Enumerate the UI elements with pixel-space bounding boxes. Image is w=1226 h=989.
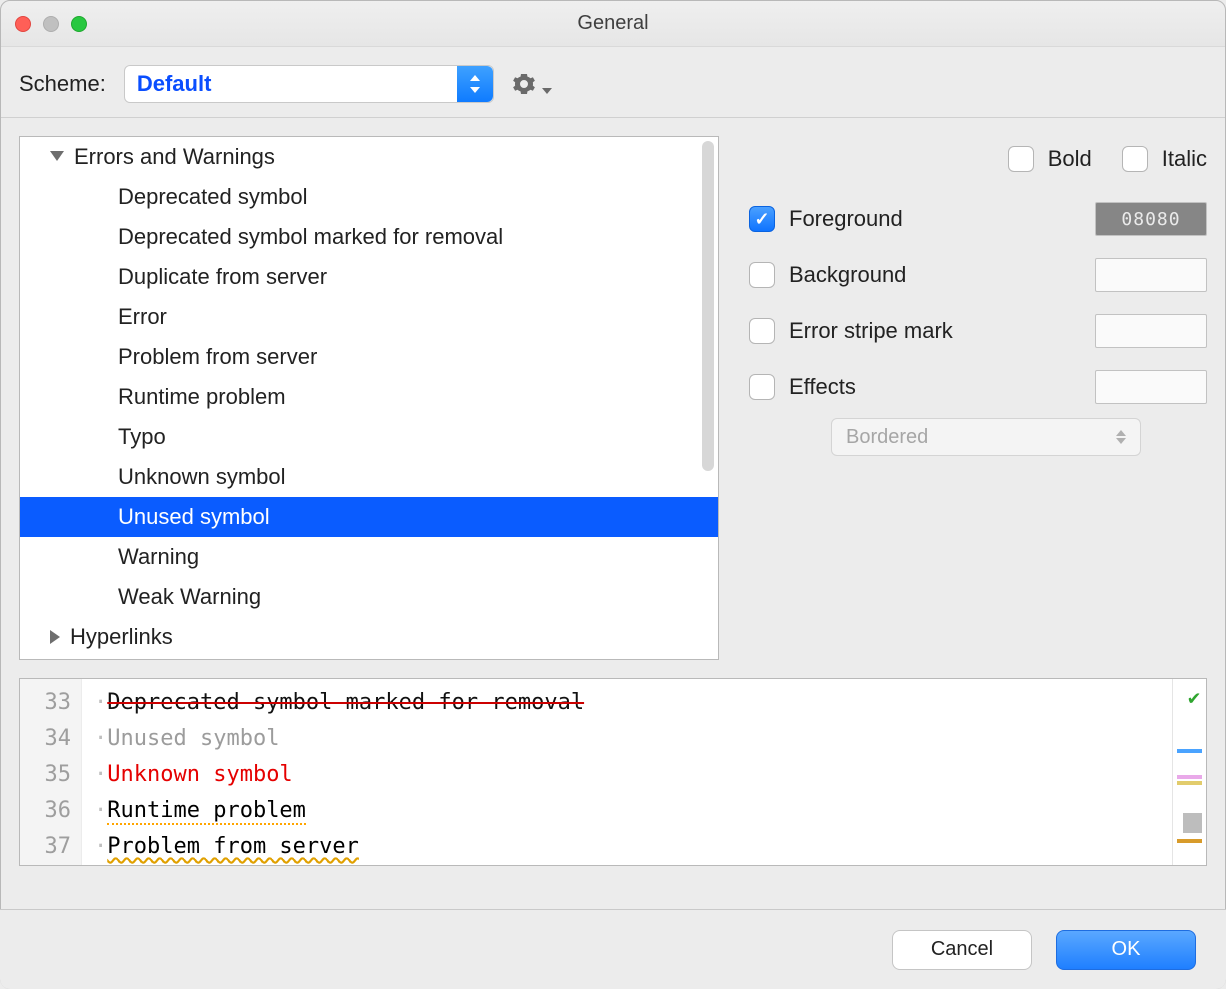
line-number: 37 xyxy=(20,829,71,865)
whitespace-dot: · xyxy=(94,834,107,859)
whitespace-dot: · xyxy=(94,690,107,715)
background-label: Background xyxy=(789,262,906,288)
whitespace-dot: · xyxy=(94,726,107,751)
italic-checkbox[interactable] xyxy=(1122,146,1148,172)
tree-item-deprecated-symbol[interactable]: Deprecated symbol xyxy=(20,177,718,217)
tree-item-problem-server[interactable]: Problem from server xyxy=(20,337,718,377)
window-title: General xyxy=(1,12,1225,35)
tree-item-deprecated-removal[interactable]: Deprecated symbol marked for removal xyxy=(20,217,718,257)
background-checkbox[interactable] xyxy=(749,262,775,288)
foreground-color-swatch[interactable]: 08080 xyxy=(1095,202,1207,236)
scheme-label: Scheme: xyxy=(19,71,106,97)
tree-item-label: Weak Warning xyxy=(118,584,261,610)
preview-line: Unknown symbol xyxy=(107,762,292,787)
tree-item-typo[interactable]: Typo xyxy=(20,417,718,457)
titlebar: General xyxy=(1,1,1225,47)
tree-item-label: Duplicate from server xyxy=(118,264,327,290)
effects-label: Effects xyxy=(789,374,856,400)
effects-checkbox[interactable] xyxy=(749,374,775,400)
scrollbar-thumb[interactable] xyxy=(702,141,714,471)
tree-item-label: Deprecated symbol xyxy=(118,184,308,210)
minimize-window-button[interactable] xyxy=(43,16,59,32)
disclosure-triangle-icon xyxy=(50,630,60,644)
scheme-select[interactable]: Default xyxy=(124,65,494,103)
error-stripe-label: Error stripe mark xyxy=(789,318,953,344)
tree-item-label: Unused symbol xyxy=(118,504,270,530)
button-label: OK xyxy=(1112,938,1141,961)
tree-item-label: Unknown symbol xyxy=(118,464,286,490)
stripe-mark[interactable] xyxy=(1177,839,1202,843)
code-preview[interactable]: ·Deprecated symbol marked for removal ·U… xyxy=(82,679,1172,865)
tree-item-label: Problem from server xyxy=(118,344,317,370)
effects-color-swatch[interactable] xyxy=(1095,370,1207,404)
tree-category-errors-warnings[interactable]: Errors and Warnings xyxy=(20,137,718,177)
inspection-ok-icon: ✔ xyxy=(1188,685,1200,709)
tree-item-label: Typo xyxy=(118,424,166,450)
cancel-button[interactable]: Cancel xyxy=(892,930,1032,970)
line-number: 34 xyxy=(20,721,71,757)
foreground-label: Foreground xyxy=(789,206,903,232)
tree-item-label: Deprecated symbol marked for removal xyxy=(118,224,503,250)
scheme-actions-button[interactable] xyxy=(512,70,552,98)
stripe-mark[interactable] xyxy=(1177,749,1202,753)
disclosure-triangle-icon xyxy=(50,151,64,161)
dropdown-stepper-icon xyxy=(457,66,493,102)
scheme-row: Scheme: Default xyxy=(1,47,1225,118)
tree-item-weak-warning[interactable]: Weak Warning xyxy=(20,577,718,617)
stripe-mark[interactable] xyxy=(1177,775,1202,779)
main-area: Errors and Warnings Deprecated symbol De… xyxy=(1,118,1225,678)
stripe-scroll-thumb[interactable] xyxy=(1183,813,1202,833)
line-number: 36 xyxy=(20,793,71,829)
error-stripe[interactable]: ✔ xyxy=(1172,679,1206,865)
preview-line: Runtime problem xyxy=(107,798,306,825)
tree-item-label: Error xyxy=(118,304,167,330)
italic-label: Italic xyxy=(1162,146,1207,172)
preview-line: Unused symbol xyxy=(107,726,279,751)
tree-scroll[interactable]: Errors and Warnings Deprecated symbol De… xyxy=(20,137,718,659)
tree-item-unused-symbol[interactable]: Unused symbol xyxy=(20,497,718,537)
background-color-swatch[interactable] xyxy=(1095,258,1207,292)
tree-item-runtime-problem[interactable]: Runtime problem xyxy=(20,377,718,417)
updown-stepper-icon xyxy=(1116,430,1126,444)
whitespace-dot: · xyxy=(94,798,107,823)
stripe-mark[interactable] xyxy=(1177,781,1202,785)
button-label: Cancel xyxy=(931,938,993,961)
tree-item-label: Warning xyxy=(118,544,199,570)
foreground-checkbox[interactable] xyxy=(749,206,775,232)
line-number: 35 xyxy=(20,757,71,793)
chevron-down-icon xyxy=(542,88,552,94)
tree-item-label: Runtime problem xyxy=(118,384,286,410)
effects-type-value: Bordered xyxy=(846,426,928,449)
tree-item-warning[interactable]: Warning xyxy=(20,537,718,577)
window-controls xyxy=(15,16,87,32)
bold-checkbox[interactable] xyxy=(1008,146,1034,172)
error-stripe-color-swatch[interactable] xyxy=(1095,314,1207,348)
whitespace-dot: · xyxy=(94,762,107,787)
tree-item-unknown-symbol[interactable]: Unknown symbol xyxy=(20,457,718,497)
tree-category-hyperlinks[interactable]: Hyperlinks xyxy=(20,617,718,657)
tree-category-label: Errors and Warnings xyxy=(74,144,275,170)
tree-category-label: Hyperlinks xyxy=(70,624,173,650)
gear-icon xyxy=(512,70,540,98)
scheme-value: Default xyxy=(137,71,212,97)
gutter: 33 34 35 36 37 xyxy=(20,679,82,865)
ok-button[interactable]: OK xyxy=(1056,930,1196,970)
dialog-footer: Cancel OK xyxy=(0,909,1226,989)
options-panel: Bold Italic Foreground 08080 Background … xyxy=(749,136,1207,660)
tree-item-error[interactable]: Error xyxy=(20,297,718,337)
effects-type-select[interactable]: Bordered xyxy=(831,418,1141,456)
bold-label: Bold xyxy=(1048,146,1092,172)
zoom-window-button[interactable] xyxy=(71,16,87,32)
line-number: 33 xyxy=(20,685,71,721)
preview-line: Problem from server xyxy=(107,834,359,859)
preview-line: Deprecated symbol marked for removal xyxy=(107,690,584,715)
close-window-button[interactable] xyxy=(15,16,31,32)
categories-tree: Errors and Warnings Deprecated symbol De… xyxy=(19,136,719,660)
error-stripe-checkbox[interactable] xyxy=(749,318,775,344)
tree-item-duplicate-server[interactable]: Duplicate from server xyxy=(20,257,718,297)
preview-panel: 33 34 35 36 37 ·Deprecated symbol marked… xyxy=(19,678,1207,866)
